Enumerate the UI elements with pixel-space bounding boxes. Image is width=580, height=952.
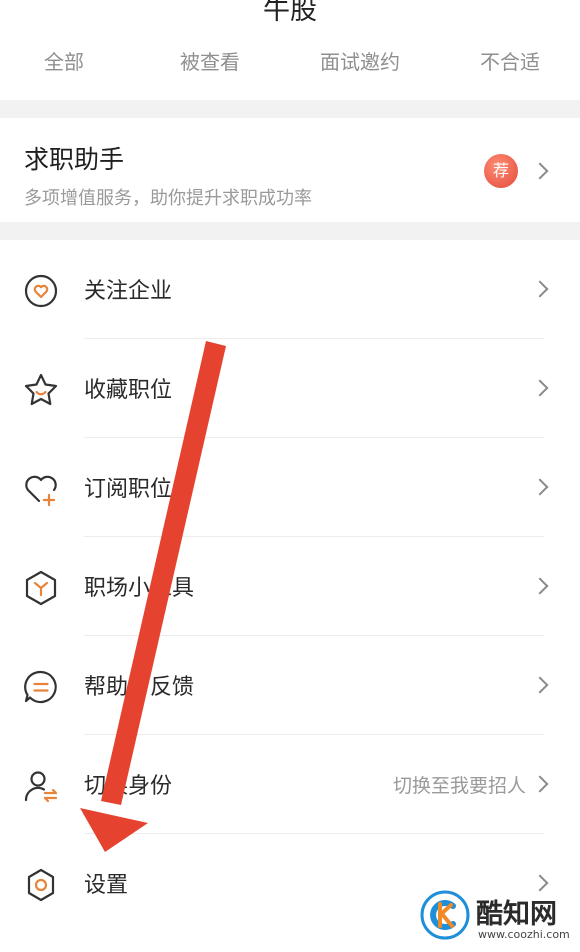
chevron-right-icon <box>531 379 549 397</box>
menu-item-switch-identity[interactable]: 切换身份 切换至我要招人 <box>0 735 580 834</box>
menu-item-label: 订阅职位 <box>84 477 173 502</box>
recommend-badge: 荐 <box>484 154 518 188</box>
menu-item-label: 设置 <box>84 873 129 898</box>
heart-circle-icon <box>24 274 58 308</box>
menu-item-label: 收藏职位 <box>84 378 173 403</box>
tab-bar: 全部 被查看 面试邀约 不合适 <box>0 46 580 86</box>
watermark: 酷知网 www.coozhi.com <box>416 888 576 948</box>
chevron-right-icon <box>531 676 549 694</box>
toolbox-hexagon-icon <box>25 570 57 606</box>
gear-icon <box>27 868 55 902</box>
job-assistant-card[interactable]: 求职助手 多项增值服务，助你提升求职成功率 荐 <box>0 118 580 222</box>
menu-item-label: 切换身份 <box>84 774 173 799</box>
watermark-name: 酷知网 <box>476 899 557 930</box>
user-switch-icon <box>24 771 58 803</box>
chevron-right-icon <box>531 577 549 595</box>
tab-unsuitable[interactable]: 不合适 <box>480 46 540 75</box>
menu-item-label: 帮助与反馈 <box>84 675 195 700</box>
assistant-subtitle: 多项增值服务，助你提升求职成功率 <box>24 188 312 209</box>
menu-list: 关注企业 收藏职位 订阅职位 职场小工具 帮助与反馈 切换身份 切换至我要招人 … <box>0 240 580 952</box>
menu-item-label: 职场小工具 <box>84 576 195 601</box>
menu-item-workplace-tools[interactable]: 职场小工具 <box>0 537 580 636</box>
coozhi-logo-icon <box>420 890 470 940</box>
heart-plus-icon <box>25 475 57 507</box>
top-card: 牛股 全部 被查看 面试邀约 不合适 <box>0 0 580 100</box>
menu-item-label: 关注企业 <box>84 279 173 304</box>
chevron-right-icon <box>531 162 549 180</box>
watermark-url: www.coozhi.com <box>478 928 570 941</box>
switch-to-recruiter-text: 切换至我要招人 <box>392 775 526 797</box>
tab-viewed[interactable]: 被查看 <box>180 46 240 75</box>
tab-all[interactable]: 全部 <box>44 46 84 75</box>
assistant-title: 求职助手 <box>24 145 125 174</box>
menu-item-saved-jobs[interactable]: 收藏职位 <box>0 339 580 438</box>
tab-interview[interactable]: 面试邀约 <box>320 46 400 75</box>
star-smile-icon <box>24 373 58 406</box>
page-title: 牛股 <box>263 0 317 26</box>
menu-item-subscribe-jobs[interactable]: 订阅职位 <box>0 438 580 537</box>
menu-item-help-feedback[interactable]: 帮助与反馈 <box>0 636 580 735</box>
chevron-right-icon <box>531 478 549 496</box>
chevron-right-icon <box>531 280 549 298</box>
chat-bubble-icon <box>24 670 57 704</box>
chevron-right-icon <box>531 775 549 793</box>
menu-item-follow-companies[interactable]: 关注企业 <box>0 240 580 339</box>
